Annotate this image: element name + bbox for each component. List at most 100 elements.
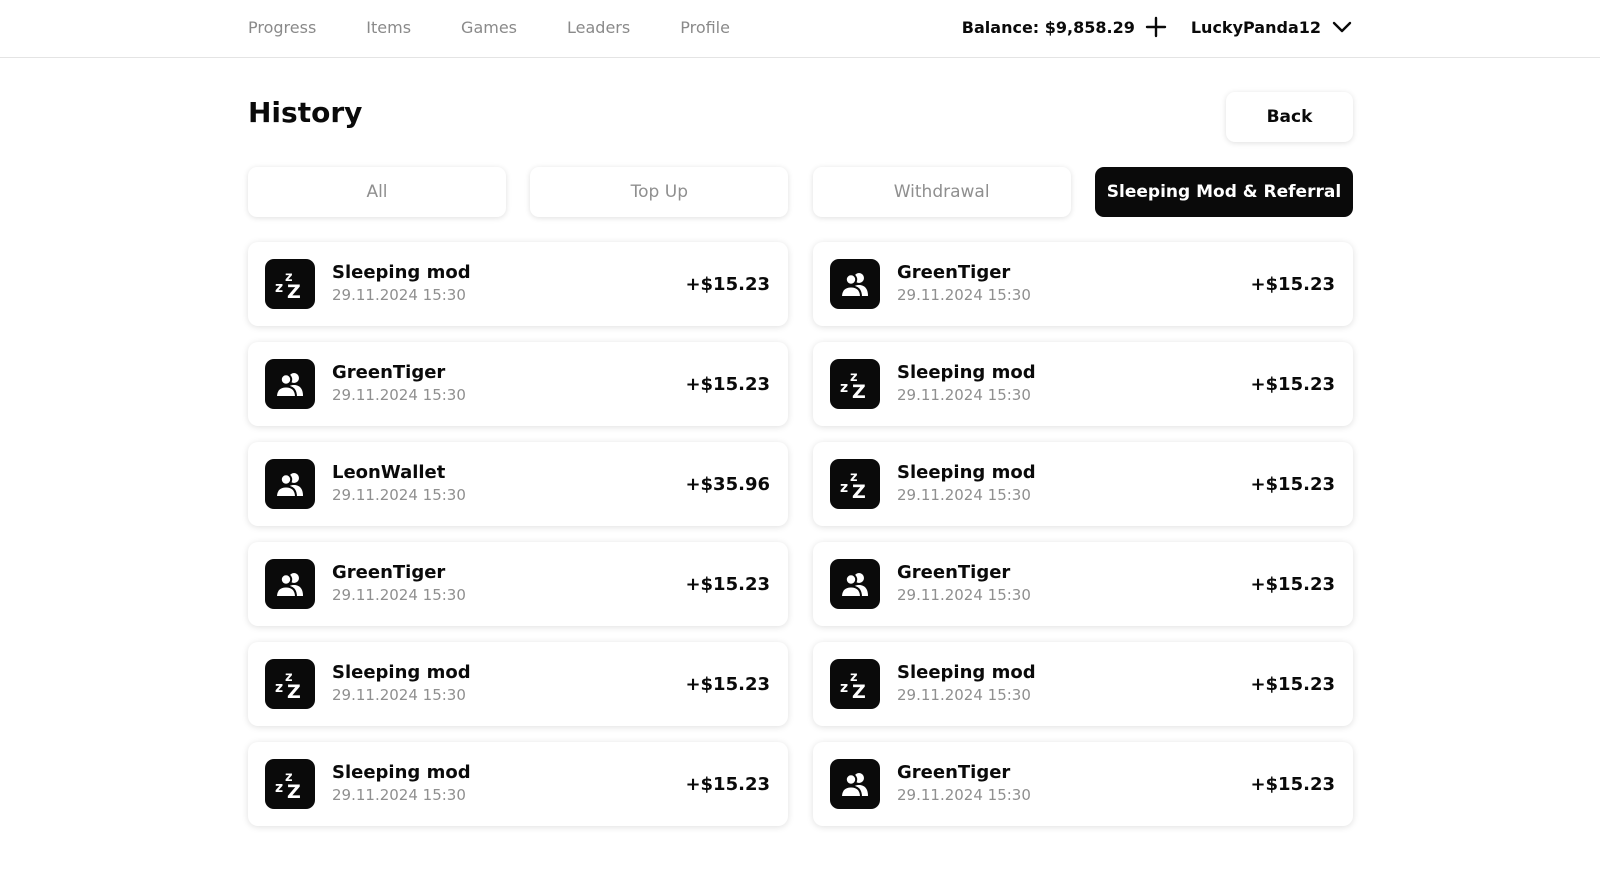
transaction-title: GreenTiger [897, 562, 1011, 583]
transaction-date: 29.11.2024 15:30 [897, 286, 1031, 304]
tab-sleeping-mod-referral[interactable]: Sleeping Mod & Referral [1094, 167, 1353, 217]
transaction-title: GreenTiger [897, 762, 1011, 783]
account-area: Balance: $9,858.29 LuckyPanda12 [962, 0, 1353, 54]
transaction-date: 29.11.2024 15:30 [332, 486, 466, 504]
transaction-title: GreenTiger [332, 362, 446, 383]
transaction-date: 29.11.2024 15:30 [332, 286, 466, 304]
svg-text:z: z [840, 480, 848, 496]
svg-text:z: z [275, 780, 283, 796]
transaction-amount: +$15.23 [685, 573, 770, 595]
users-icon [830, 559, 880, 609]
transaction-title: Sleeping mod [332, 262, 471, 283]
transaction-card[interactable]: GreenTiger 29.11.2024 15:30 +$15.23 [813, 542, 1353, 626]
users-icon [265, 559, 315, 609]
transaction-title: Sleeping mod [332, 762, 471, 783]
transaction-date: 29.11.2024 15:30 [897, 786, 1031, 804]
transaction-text: Sleeping mod 29.11.2024 15:30 [897, 462, 1250, 506]
tab-withdrawal[interactable]: Withdrawal [812, 167, 1071, 217]
transaction-date: 29.11.2024 15:30 [332, 786, 466, 804]
transaction-text: Sleeping mod 29.11.2024 15:30 [897, 662, 1250, 706]
tab-all[interactable]: All [248, 167, 506, 217]
transaction-text: GreenTiger 29.11.2024 15:30 [332, 362, 685, 406]
transaction-card[interactable]: z z Z Sleeping mod 29.11.2024 15:30 +$15.2… [813, 342, 1353, 426]
transaction-amount: +$15.23 [1250, 573, 1335, 595]
transaction-amount: +$15.23 [1250, 773, 1335, 795]
transaction-date: 29.11.2024 15:30 [897, 686, 1031, 704]
page-title: History [248, 96, 363, 129]
transaction-amount: +$35.96 [685, 473, 770, 495]
transaction-text: Sleeping mod 29.11.2024 15:30 [332, 662, 685, 706]
svg-text:Z: Z [287, 781, 301, 801]
svg-text:Z: Z [852, 381, 866, 401]
users-icon [830, 759, 880, 809]
transaction-date: 29.11.2024 15:30 [897, 486, 1031, 504]
sleep-icon: z z Z [830, 459, 880, 509]
svg-text:Z: Z [287, 681, 301, 701]
users-icon [830, 259, 880, 309]
svg-text:Z: Z [852, 681, 866, 701]
nav-item-items[interactable]: Items [366, 18, 411, 37]
transaction-card[interactable]: z z Z Sleeping mod 29.11.2024 15:30 +$15.2… [248, 242, 788, 326]
sleep-icon: z z Z [265, 659, 315, 709]
users-icon [265, 359, 315, 409]
transaction-card[interactable]: LeonWallet 29.11.2024 15:30 +$35.96 [248, 442, 788, 526]
transaction-card[interactable]: z z Z Sleeping mod 29.11.2024 15:30 +$15.2… [813, 642, 1353, 726]
transaction-title: Sleeping mod [897, 362, 1036, 383]
nav-item-leaders[interactable]: Leaders [567, 18, 630, 37]
svg-text:Z: Z [852, 481, 866, 501]
transaction-text: Sleeping mod 29.11.2024 15:30 [332, 762, 685, 806]
main-nav: Progress Items Games Leaders Profile [248, 0, 780, 54]
transaction-date: 29.11.2024 15:30 [897, 586, 1031, 604]
transaction-amount: +$15.23 [1250, 273, 1335, 295]
transaction-date: 29.11.2024 15:30 [332, 386, 466, 404]
transaction-card[interactable]: z z Z Sleeping mod 29.11.2024 15:30 +$15.2… [248, 742, 788, 826]
balance-display: Balance: $9,858.29 [961, 17, 1135, 37]
svg-text:z: z [840, 380, 848, 396]
transaction-card[interactable]: GreenTiger 29.11.2024 15:30 +$15.23 [248, 342, 788, 426]
nav-item-games[interactable]: Games [461, 18, 517, 37]
transaction-amount: +$15.23 [1250, 373, 1335, 395]
transaction-text: GreenTiger 29.11.2024 15:30 [897, 562, 1250, 606]
transaction-date: 29.11.2024 15:30 [332, 586, 466, 604]
transaction-text: GreenTiger 29.11.2024 15:30 [332, 562, 685, 606]
transaction-amount: +$15.23 [685, 373, 770, 395]
transaction-text: GreenTiger 29.11.2024 15:30 [897, 262, 1250, 306]
transaction-text: Sleeping mod 29.11.2024 15:30 [332, 262, 685, 306]
sleep-icon: z z Z [265, 759, 315, 809]
svg-text:z: z [275, 280, 283, 296]
transaction-date: 29.11.2024 15:30 [897, 386, 1031, 404]
transaction-date: 29.11.2024 15:30 [332, 686, 466, 704]
transaction-title: Sleeping mod [897, 662, 1036, 683]
transaction-title: GreenTiger [332, 562, 446, 583]
transaction-amount: +$15.23 [685, 773, 770, 795]
transaction-text: GreenTiger 29.11.2024 15:30 [897, 762, 1250, 806]
transaction-title: LeonWallet [332, 462, 446, 483]
users-icon [265, 459, 315, 509]
sleep-icon: z z Z [830, 359, 880, 409]
transactions-list: z z Z Sleeping mod 29.11.2024 15:30 +$15.2… [248, 242, 1353, 826]
transaction-title: GreenTiger [897, 262, 1011, 283]
back-button[interactable]: Back [1226, 92, 1353, 142]
chevron-down-icon[interactable] [1331, 16, 1353, 38]
transaction-title: Sleeping mod [332, 662, 471, 683]
add-funds-plus-icon[interactable] [1145, 16, 1167, 38]
transaction-text: Sleeping mod 29.11.2024 15:30 [897, 362, 1250, 406]
nav-item-profile[interactable]: Profile [680, 18, 730, 37]
transaction-text: LeonWallet 29.11.2024 15:30 [332, 462, 685, 506]
transaction-card[interactable]: z z Z Sleeping mod 29.11.2024 15:30 +$15.2… [248, 642, 788, 726]
transaction-card[interactable]: GreenTiger 29.11.2024 15:30 +$15.23 [813, 742, 1353, 826]
svg-text:z: z [275, 680, 283, 696]
username-label[interactable]: LuckyPanda12 [1191, 18, 1321, 37]
nav-item-progress[interactable]: Progress [248, 18, 316, 37]
transaction-amount: +$15.23 [1250, 473, 1335, 495]
transaction-title: Sleeping mod [897, 462, 1036, 483]
transaction-amount: +$15.23 [1250, 673, 1335, 695]
transaction-card[interactable]: GreenTiger 29.11.2024 15:30 +$15.23 [248, 542, 788, 626]
top-navigation-bar: Progress Items Games Leaders Profile Bal… [0, 0, 1600, 58]
sleep-icon: z z Z [265, 259, 315, 309]
transaction-card[interactable]: z z Z Sleeping mod 29.11.2024 15:30 +$15.2… [813, 442, 1353, 526]
svg-text:Z: Z [287, 281, 301, 301]
svg-text:z: z [840, 680, 848, 696]
tab-top-up[interactable]: Top Up [530, 167, 789, 217]
transaction-card[interactable]: GreenTiger 29.11.2024 15:30 +$15.23 [813, 242, 1353, 326]
